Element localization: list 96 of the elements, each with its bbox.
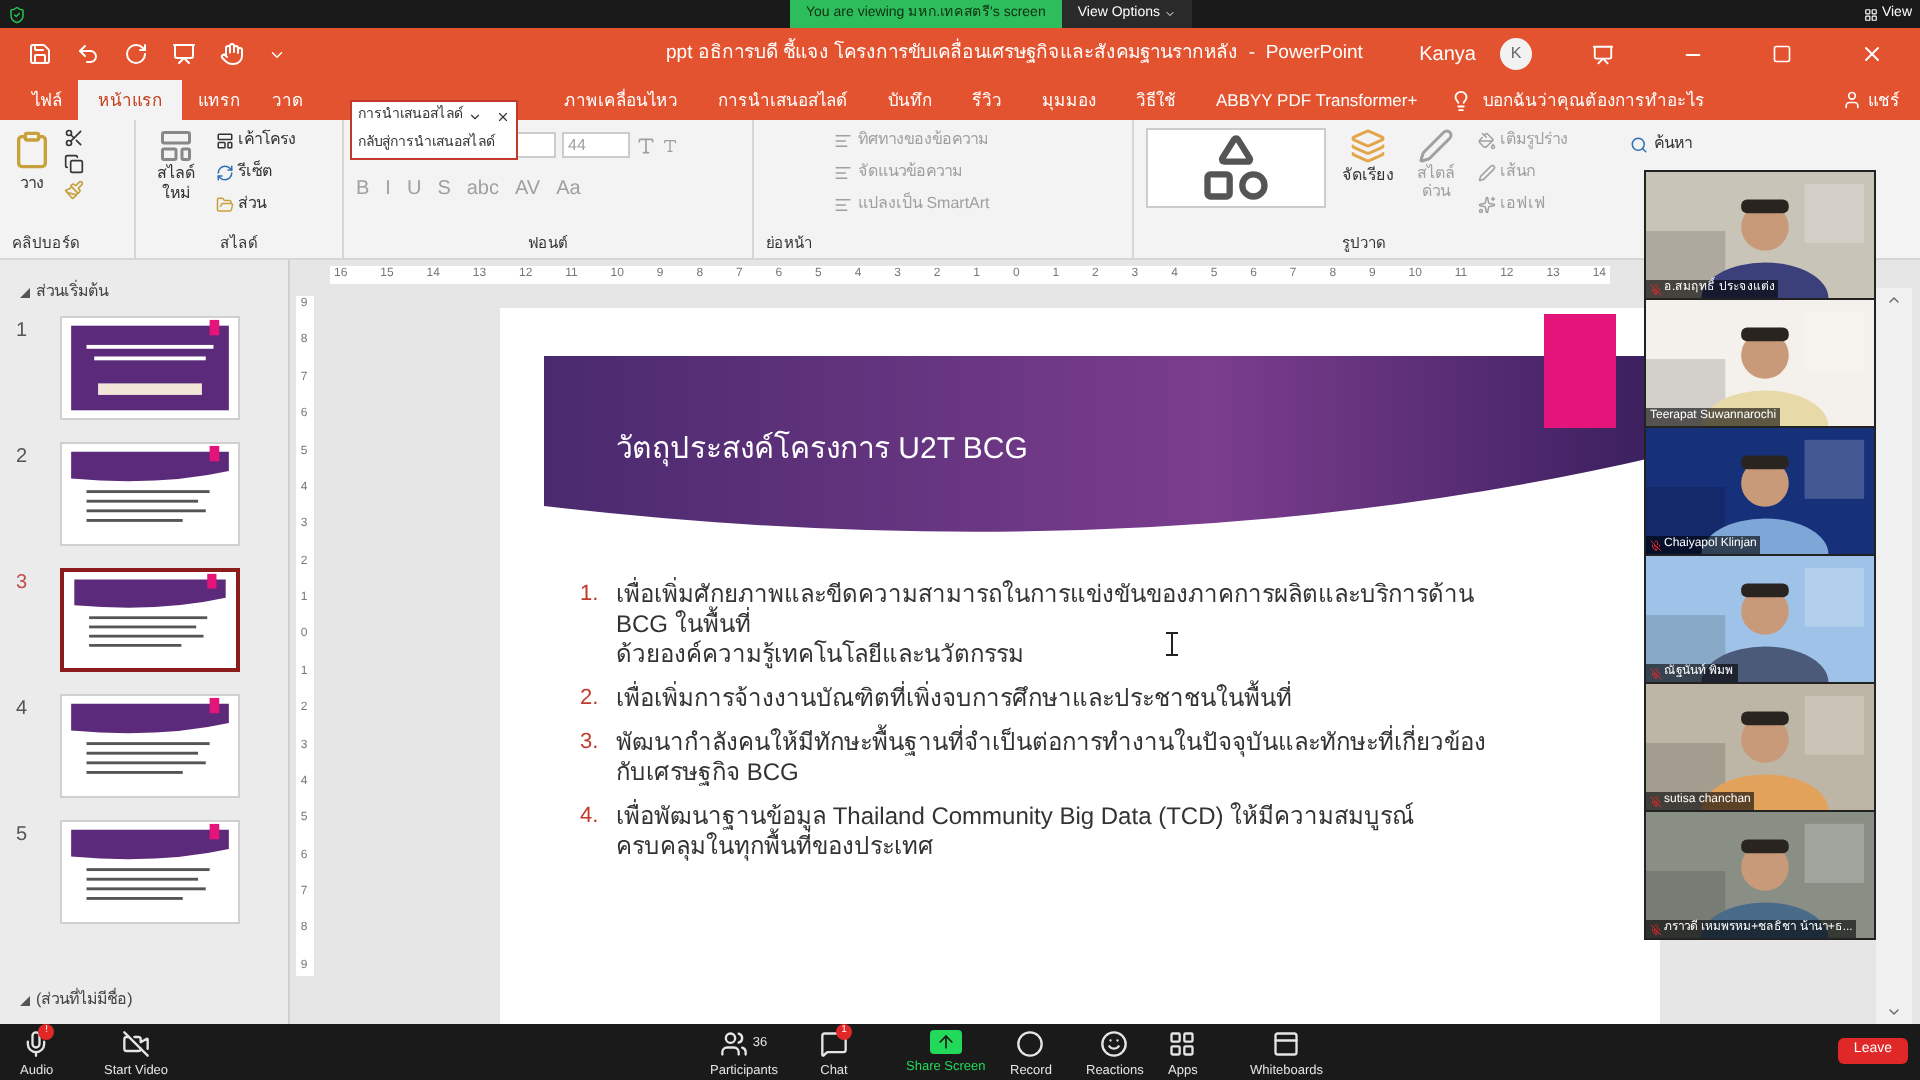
slide-number: 2: [16, 444, 30, 472]
participants-icon: [720, 1030, 749, 1058]
dropdown-icon[interactable]: [468, 109, 482, 124]
paste-button[interactable]: วาง: [12, 128, 52, 232]
layout-icon: [216, 131, 234, 149]
microphone-icon: [22, 1030, 51, 1058]
lightbulb-icon: [1449, 90, 1472, 112]
objective-line: ด้วยองค์ความรู้เทคโนโลยีและนวัตกรรม: [616, 640, 1024, 670]
format-button[interactable]: I: [385, 178, 391, 202]
sparkles-icon: [1478, 195, 1496, 213]
close-icon[interactable]: [496, 109, 510, 124]
objective-line: BCG ในพื้นที่: [616, 610, 751, 640]
ribbon-tab[interactable]: วาด: [256, 80, 320, 120]
slide-number: 3: [16, 570, 30, 598]
text-lines-icon: [834, 163, 852, 181]
collapse-triangle-icon[interactable]: [20, 995, 30, 1005]
slide-layout-icon: [156, 128, 196, 164]
find-button[interactable]: ค้นหา: [1630, 132, 1692, 156]
arrow-up-icon: [935, 1032, 956, 1052]
objective-line: พัฒนากำลังคนให้มีทักษะพื้นฐานที่จำเป็นต่อการทำงานในปัจจุบันและทักษะที่เกี่ยวข้อง: [616, 728, 1486, 758]
ribbon-tab[interactable]: ไฟล์: [16, 80, 78, 120]
scrollbar[interactable]: [1876, 288, 1912, 1024]
tell-me-field[interactable]: บอกฉันว่าคุณต้องการทำอะไร: [1471, 80, 1718, 120]
collapse-triangle-icon[interactable]: [20, 287, 30, 297]
ribbon-tab[interactable]: หน้าแรก: [78, 80, 182, 120]
undo-icon[interactable]: [76, 42, 100, 66]
search-icon: [1630, 135, 1648, 153]
hand-icon[interactable]: [220, 42, 244, 66]
save-icon[interactable]: [28, 42, 52, 66]
layers-icon: [1350, 128, 1386, 164]
objective-line: เพื่อเพิ่มการจ้างงานบัณฑิตที่เพิ่งจบการศึกษาและประชาชนในพื้นที่: [616, 684, 1292, 714]
video-off-icon: [122, 1030, 151, 1058]
whiteboard-icon: [1272, 1030, 1301, 1058]
clipboard-icon: [12, 128, 52, 172]
slide-title: วัตถุประสงค์โครงการ U2T BCG: [616, 428, 1028, 471]
text-lines-icon: [834, 195, 852, 213]
shape-outline-button[interactable]: เส้นก: [1478, 160, 1568, 184]
folder-icon: [216, 195, 234, 213]
arrange-button[interactable]: จัดเรียง: [1342, 128, 1394, 232]
layout-button[interactable]: เค้าโครง: [216, 128, 296, 152]
list-number: 4.: [580, 802, 600, 832]
scroll-up-icon[interactable]: [1886, 292, 1902, 308]
ribbon-tab[interactable]: ABBYY PDF Transformer+: [1196, 80, 1438, 120]
record-icon: [1016, 1030, 1045, 1058]
shield-icon: [8, 5, 26, 23]
ribbon-tab[interactable]: วิธีใช้: [1116, 80, 1196, 120]
slideshow-icon[interactable]: [172, 42, 196, 66]
objective-line: กับเศรษฐกิจ BCG: [616, 758, 799, 788]
ribbon-tab[interactable]: รีวิว: [952, 80, 1022, 120]
slide-number: 5: [16, 822, 30, 850]
ribbon-tab[interactable]: การนำเสนอสไลด์: [698, 80, 868, 120]
maximize-icon[interactable]: [1772, 44, 1792, 64]
text-lines-icon: [834, 131, 852, 149]
person-icon: [1842, 90, 1862, 110]
text-cursor-icon: [1166, 632, 1178, 656]
section-header[interactable]: ส่วนเริ่มต้น: [36, 280, 108, 304]
accent-tab: [1544, 314, 1616, 428]
format-button[interactable]: abc: [466, 178, 499, 202]
section-button[interactable]: ส่วน: [216, 192, 296, 216]
list-number: 3.: [580, 728, 600, 758]
format-button[interactable]: U: [406, 178, 422, 202]
slide-number: 1: [16, 318, 30, 346]
user-name: Kanya: [1419, 41, 1476, 69]
objective-line: เพื่อพัฒนาฐานข้อมูล Thailand Community Big Data (TCD) ให้มีความสมบูรณ์: [616, 802, 1415, 831]
slide-thumbnail[interactable]: [60, 568, 240, 672]
user-avatar[interactable]: K: [1500, 38, 1532, 70]
chat-icon: [820, 1030, 848, 1058]
apps-icon: [1168, 1030, 1197, 1058]
share-button[interactable]: แชร์: [1842, 80, 1900, 120]
shapes-gallery-icon[interactable]: [1146, 128, 1326, 208]
font-size-field[interactable]: 44: [562, 132, 630, 158]
ribbon-tab[interactable]: บันทึก: [868, 80, 952, 120]
redo-icon[interactable]: [124, 42, 148, 66]
list-number: 2.: [580, 684, 600, 714]
paint-bucket-icon: [1478, 131, 1496, 149]
pen-icon: [1478, 163, 1496, 181]
copy-icon[interactable]: [64, 154, 84, 174]
objective-line: ครบคลุมในทุกพื้นที่ของประเทศ: [616, 832, 934, 862]
window-title: ppt อธิการบดี ชี้แจง โครงการขับเคลื่อนเศรษฐกิจและสังคมฐานรากหลัง - PowerPoint: [666, 39, 1363, 68]
cut-icon[interactable]: [64, 128, 84, 148]
reset-icon: [216, 163, 234, 181]
caret-icon: [1163, 8, 1176, 20]
slide-number: 4: [16, 696, 30, 724]
reset-button[interactable]: รีเซ็ต: [216, 160, 296, 184]
scroll-down-icon[interactable]: [1886, 1004, 1902, 1020]
grid-icon: [1863, 7, 1878, 21]
section-header[interactable]: (ส่วนที่ไม่มีชื่อ): [36, 988, 133, 1012]
ribbon-tab[interactable]: มุมมอง: [1022, 80, 1116, 120]
pen-icon: [1418, 128, 1454, 164]
ribbon-display-icon[interactable]: [1592, 43, 1614, 65]
new-slide-button[interactable]: สไลด์ ใหม่: [148, 128, 204, 232]
ribbon-tab[interactable]: ภาพเคลื่อนไหว: [544, 80, 698, 120]
objective-line: เพื่อเพิ่มศักยภาพและขีดความสามารถในการแข่งขันของภาคการผลิตและบริการด้าน: [616, 580, 1474, 608]
list-number: 1.: [580, 580, 600, 610]
smiley-icon: [1100, 1030, 1129, 1058]
ribbon-tab[interactable]: แทรก: [182, 80, 256, 120]
